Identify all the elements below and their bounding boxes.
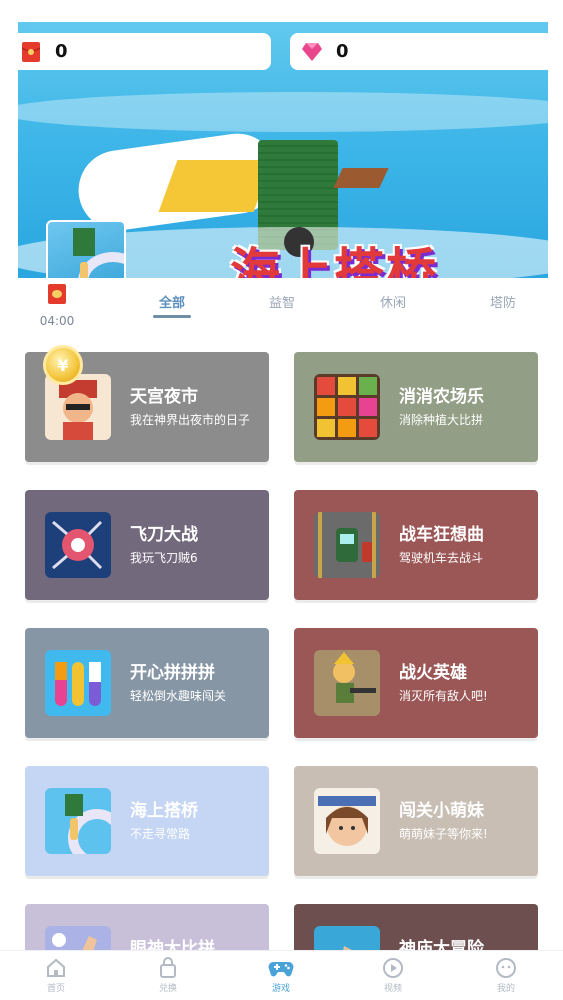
bottom-navigation: 首页 兑换 游戏 视频 我的 [0, 950, 563, 1000]
game-card[interactable]: 战火英雄消灭所有敌人吧! [294, 628, 538, 738]
water-sort-icon [45, 650, 111, 716]
banner-title: 海上搭桥 [230, 243, 438, 280]
game-name: 战车狂想曲 [399, 525, 484, 545]
game-card[interactable]: 战车狂想曲驾驶机车去战斗 [294, 490, 538, 600]
play-icon [382, 957, 404, 979]
cute-girl-icon [314, 788, 380, 854]
game-card[interactable]: 消消农场乐消除种植大比拼 [294, 352, 538, 462]
banner-wave [18, 92, 548, 132]
game-name: 战火英雄 [399, 663, 467, 683]
game-name: 闯关小萌妹 [399, 801, 484, 821]
nav-home[interactable]: 首页 [26, 957, 86, 994]
tab-puzzle[interactable]: 益智 [269, 292, 295, 311]
red-envelope-counter[interactable]: 0 [9, 33, 271, 70]
war-hero-icon [314, 650, 380, 716]
nav-video[interactable]: 视频 [363, 957, 423, 994]
red-envelope-count: 0 [55, 41, 68, 62]
countdown-time: 04:00 [39, 314, 75, 328]
banner-yellow-block [158, 160, 273, 212]
game-description: 轻松倒水趣味闯关 [130, 689, 227, 703]
game-description: 不走寻常路 [130, 827, 191, 841]
game-description: 消除种植大比拼 [399, 413, 484, 427]
active-tab-indicator [153, 315, 191, 318]
game-center-page: 海上搭桥 0 0 04:00 全部 益智 休闲 塔防 天宫夜市我在神界出夜市的日… [0, 0, 563, 1000]
tab-casual[interactable]: 休闲 [380, 292, 406, 311]
game-description: 我在神界出夜市的日子 [130, 413, 251, 427]
nav-video-label: 视频 [383, 984, 402, 994]
game-card[interactable]: 开心拼拼拼轻松倒水趣味闯关 [25, 628, 269, 738]
red-envelope-icon [21, 41, 41, 62]
game-name: 海上搭桥 [130, 801, 198, 821]
gamepad-icon [268, 957, 294, 979]
game-card[interactable]: 飞刀大战我玩飞刀贼6 [25, 490, 269, 600]
flying-knife-icon [45, 512, 111, 578]
nav-profile-label: 我的 [496, 984, 515, 994]
coin-badge: ¥ [43, 345, 83, 385]
banner-plank [333, 168, 389, 188]
game-name: 天宫夜市 [130, 387, 198, 407]
nav-games-label: 游戏 [271, 984, 290, 994]
nav-profile[interactable]: 我的 [476, 957, 536, 994]
nav-exchange-label: 兑换 [158, 984, 177, 994]
bag-icon [157, 957, 179, 979]
diamond-icon [302, 42, 322, 62]
game-description: 我玩飞刀贼6 [130, 551, 198, 565]
nav-home-label: 首页 [46, 984, 65, 994]
night-market-icon [45, 374, 111, 440]
diamond-counter[interactable]: 0 [290, 33, 554, 70]
farm-match-icon [314, 374, 380, 440]
game-description: 萌萌妹子等你来! [399, 827, 488, 841]
nav-exchange[interactable]: 兑换 [138, 957, 198, 994]
banner-thumbnail[interactable] [46, 220, 126, 280]
tab-tower-defense[interactable]: 塔防 [490, 292, 516, 311]
diamond-count: 0 [336, 41, 349, 62]
home-icon [45, 957, 67, 979]
red-envelope-timer[interactable]: 04:00 [38, 284, 76, 328]
game-card[interactable]: 海上搭桥 不走寻常路 [25, 766, 269, 876]
chariot-icon [314, 512, 380, 578]
game-name: 开心拼拼拼 [130, 663, 215, 683]
game-card[interactable]: 闯关小萌妹萌萌妹子等你来! [294, 766, 538, 876]
thumbnail-tower [73, 228, 95, 256]
red-envelope-small-icon [48, 284, 66, 304]
sea-bridge-icon [45, 788, 111, 854]
tab-all[interactable]: 全部 [159, 292, 185, 311]
nav-games[interactable]: 游戏 [251, 957, 311, 994]
game-name: 消消农场乐 [399, 387, 484, 407]
game-description: 消灭所有敌人吧! [399, 689, 488, 703]
face-icon [495, 957, 517, 979]
game-description: 驾驶机车去战斗 [399, 551, 484, 565]
game-name: 飞刀大战 [130, 525, 198, 545]
